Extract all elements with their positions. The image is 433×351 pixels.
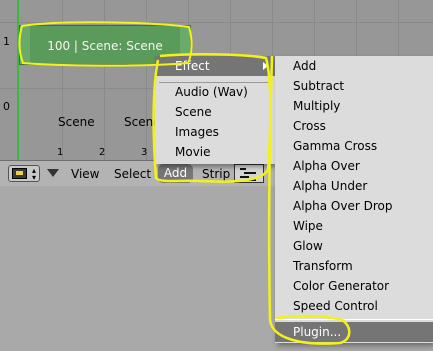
effect-item[interactable]: Alpha Over [293,159,360,173]
add-menu-item[interactable]: Images [175,125,219,139]
add-menu-item[interactable]: Audio (Wav) [175,85,248,99]
channel-label: 0 [3,100,10,113]
grid-line [62,0,63,160]
effect-item[interactable]: Subtract [293,79,344,93]
add-menu-item-label: Effect [175,59,210,73]
sequencer-icon [12,168,27,179]
add-menu: Effect Audio (Wav) Scene Images Movie [155,56,275,164]
channel-label: 1 [3,35,10,48]
strip-left-handle[interactable] [20,26,30,64]
submenu-arrow-icon [263,62,268,70]
channel-line [0,22,433,23]
effect-item[interactable]: Color Generator [293,279,389,293]
effect-item-label: Plugin... [293,325,342,339]
add-menu-item-effect[interactable]: Effect [155,56,275,76]
strip-label: 100 | Scene: Scene [47,39,163,53]
editor-type-selector[interactable]: ▴ ▾ [8,165,40,182]
collapse-menus-icon[interactable] [47,169,59,177]
menu-strip[interactable]: Strip [202,167,230,181]
effect-item[interactable]: Cross [293,119,326,133]
menu-add[interactable]: Add [158,164,193,183]
effect-item[interactable]: Multiply [293,99,340,113]
effect-item[interactable]: Wipe [293,219,323,233]
menu-separator [159,82,271,83]
effect-item[interactable]: Alpha Over Drop [293,199,392,213]
add-menu-item[interactable]: Movie [175,145,211,159]
effect-item[interactable]: Add [293,59,316,73]
effect-item[interactable]: Transform [293,259,353,273]
effect-item[interactable]: Glow [293,239,323,253]
current-frame-line[interactable] [17,0,19,160]
scene-label: Scene [58,115,95,129]
display-mode-icon[interactable] [234,164,264,183]
up-down-arrows-icon: ▴ ▾ [31,166,36,182]
effect-item-plugin[interactable]: Plugin... [275,322,433,342]
effect-item[interactable]: Alpha Under [293,179,367,193]
ruler-tick-label: 2 [99,147,106,158]
effect-item[interactable]: Speed Control [293,299,378,313]
effect-item[interactable]: Gamma Cross [293,139,377,153]
grid-line [104,0,105,160]
grid-line [146,0,147,160]
menu-view[interactable]: View [71,167,99,181]
ruler-tick-label: 1 [57,147,64,158]
add-menu-item[interactable]: Scene [175,105,212,119]
effect-submenu: Add Subtract Multiply Cross Gamma Cross … [275,56,433,343]
menu-select[interactable]: Select [114,167,151,181]
ruler-tick-label: 3 [141,147,148,158]
menu-separator [275,319,433,320]
